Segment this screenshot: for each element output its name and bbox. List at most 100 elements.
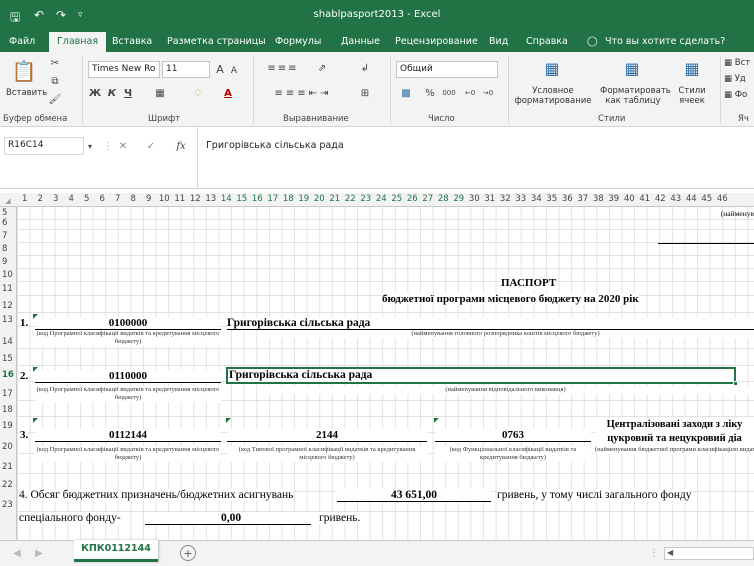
column-header-32[interactable]: 32 xyxy=(498,194,514,204)
column-header-17[interactable]: 17 xyxy=(265,194,281,204)
column-header-3[interactable]: 3 xyxy=(48,194,64,204)
row-header-7[interactable]: 7 xyxy=(2,231,7,241)
row-header-13[interactable]: 13 xyxy=(2,315,13,325)
column-header-1[interactable]: 1 xyxy=(17,194,33,204)
font-size-select[interactable]: 11 xyxy=(162,61,210,78)
row-header-19[interactable]: 19 xyxy=(2,421,13,431)
column-header-15[interactable]: 15 xyxy=(234,194,250,204)
row-header-18[interactable]: 18 xyxy=(2,405,13,415)
tab-review[interactable]: Рецензирование xyxy=(395,36,478,47)
tab-home[interactable]: Главная xyxy=(49,32,107,52)
lightbulb-icon[interactable]: ◯ xyxy=(587,36,598,47)
row-header-21[interactable]: 21 xyxy=(2,462,13,472)
column-header-14[interactable]: 14 xyxy=(219,194,235,204)
column-header-6[interactable]: 6 xyxy=(95,194,111,204)
cell-styles-button[interactable]: Стили ячеек xyxy=(672,86,712,106)
column-header-16[interactable]: 16 xyxy=(250,194,266,204)
row-header-22[interactable]: 22 xyxy=(2,480,13,490)
conditional-format-icon[interactable]: ▦ xyxy=(540,56,564,80)
column-header-24[interactable]: 24 xyxy=(374,194,390,204)
merge-center-icon[interactable]: ⊞ xyxy=(355,85,375,101)
column-header-43[interactable]: 43 xyxy=(668,194,684,204)
underline-button[interactable]: Ч xyxy=(122,85,134,101)
number-format-select[interactable]: Общий xyxy=(396,61,498,78)
column-header-33[interactable]: 33 xyxy=(513,194,529,204)
scroll-left-icon[interactable]: ◀ xyxy=(667,548,673,557)
percent-button[interactable]: % xyxy=(424,85,436,101)
column-header-41[interactable]: 41 xyxy=(637,194,653,204)
conditional-format-button[interactable]: Условное форматирование xyxy=(514,86,592,106)
name-box[interactable]: R16C14 xyxy=(4,137,84,155)
column-header-38[interactable]: 38 xyxy=(591,194,607,204)
column-header-12[interactable]: 12 xyxy=(188,194,204,204)
cell-styles-icon[interactable]: ▦ xyxy=(680,56,704,80)
column-header-30[interactable]: 30 xyxy=(467,194,483,204)
column-header-21[interactable]: 21 xyxy=(327,194,343,204)
column-header-4[interactable]: 4 xyxy=(64,194,80,204)
fill-color-icon[interactable]: ♢ xyxy=(188,85,208,101)
column-header-25[interactable]: 25 xyxy=(389,194,405,204)
tell-me-search[interactable]: Что вы хотите сделать? xyxy=(605,36,725,47)
row-header-20[interactable]: 20 xyxy=(2,442,13,452)
formula-input[interactable]: Григорівська сільська рада xyxy=(206,140,344,151)
column-header-18[interactable]: 18 xyxy=(281,194,297,204)
paste-button[interactable]: Вставить xyxy=(6,88,47,98)
column-header-22[interactable]: 22 xyxy=(343,194,359,204)
column-header-31[interactable]: 31 xyxy=(482,194,498,204)
font-color-icon[interactable]: A xyxy=(218,85,238,101)
row-header-8[interactable]: 8 xyxy=(2,244,7,254)
thousands-button[interactable]: 000 xyxy=(440,85,458,101)
enter-icon[interactable]: ✓ xyxy=(144,137,158,155)
shrink-font-icon[interactable]: A xyxy=(228,63,240,78)
row-header-11[interactable]: 11 xyxy=(2,284,13,294)
column-header-13[interactable]: 13 xyxy=(203,194,219,204)
cancel-icon[interactable]: ✕ xyxy=(116,137,130,155)
column-header-27[interactable]: 27 xyxy=(420,194,436,204)
copy-icon[interactable]: ⧉ xyxy=(48,74,62,88)
delete-cells-button[interactable]: ▦ Уд xyxy=(724,74,746,84)
wrap-text-icon[interactable]: ↲ xyxy=(355,60,375,76)
column-header-11[interactable]: 11 xyxy=(172,194,188,204)
next-sheet-icon[interactable]: ▶ xyxy=(34,547,44,559)
row-header-9[interactable]: 9 xyxy=(2,257,7,267)
row-header-23[interactable]: 23 xyxy=(2,500,13,510)
column-header-8[interactable]: 8 xyxy=(126,194,142,204)
add-sheet-icon[interactable]: + xyxy=(180,545,196,561)
paste-icon[interactable]: 📋 xyxy=(12,58,37,84)
tab-view[interactable]: Вид xyxy=(489,36,508,47)
tab-file[interactable]: Файл xyxy=(9,36,35,47)
sheet-tab-active[interactable]: КПК0112144 xyxy=(74,540,158,562)
column-header-37[interactable]: 37 xyxy=(575,194,591,204)
column-header-39[interactable]: 39 xyxy=(606,194,622,204)
decrease-decimal-icon[interactable]: →0 xyxy=(480,85,496,101)
tab-insert[interactable]: Вставка xyxy=(112,36,152,47)
column-header-26[interactable]: 26 xyxy=(405,194,421,204)
column-header-19[interactable]: 19 xyxy=(296,194,312,204)
column-header-10[interactable]: 10 xyxy=(157,194,173,204)
bold-button[interactable]: Ж xyxy=(89,85,101,101)
tab-formulas[interactable]: Формулы xyxy=(275,36,321,47)
tab-help[interactable]: Справка xyxy=(526,36,568,47)
column-header-35[interactable]: 35 xyxy=(544,194,560,204)
column-header-46[interactable]: 46 xyxy=(715,194,731,204)
column-header-9[interactable]: 9 xyxy=(141,194,157,204)
tab-data[interactable]: Данные xyxy=(341,36,380,47)
column-header-40[interactable]: 40 xyxy=(622,194,638,204)
column-header-44[interactable]: 44 xyxy=(684,194,700,204)
column-header-29[interactable]: 29 xyxy=(451,194,467,204)
column-header-5[interactable]: 5 xyxy=(79,194,95,204)
splitter-icon[interactable]: ⋮ xyxy=(649,547,659,559)
vertical-align-icons[interactable]: ≡≡≡ xyxy=(258,60,308,76)
increase-decimal-icon[interactable]: ←0 xyxy=(462,85,478,101)
row-header-16[interactable]: 16 xyxy=(2,370,14,380)
row-header-17[interactable]: 17 xyxy=(2,389,13,399)
column-header-42[interactable]: 42 xyxy=(653,194,669,204)
column-header-23[interactable]: 23 xyxy=(358,194,374,204)
worksheet-grid[interactable]: (найменув ПАСПОРТ бюджетної програми міс… xyxy=(17,207,754,540)
horizontal-scrollbar[interactable]: ◀ xyxy=(664,547,754,560)
column-header-28[interactable]: 28 xyxy=(436,194,452,204)
italic-button[interactable]: К xyxy=(106,85,118,101)
cut-icon[interactable]: ✂ xyxy=(48,56,62,70)
grow-font-icon[interactable]: A xyxy=(213,61,227,78)
tab-page-layout[interactable]: Разметка страницы xyxy=(167,36,266,47)
